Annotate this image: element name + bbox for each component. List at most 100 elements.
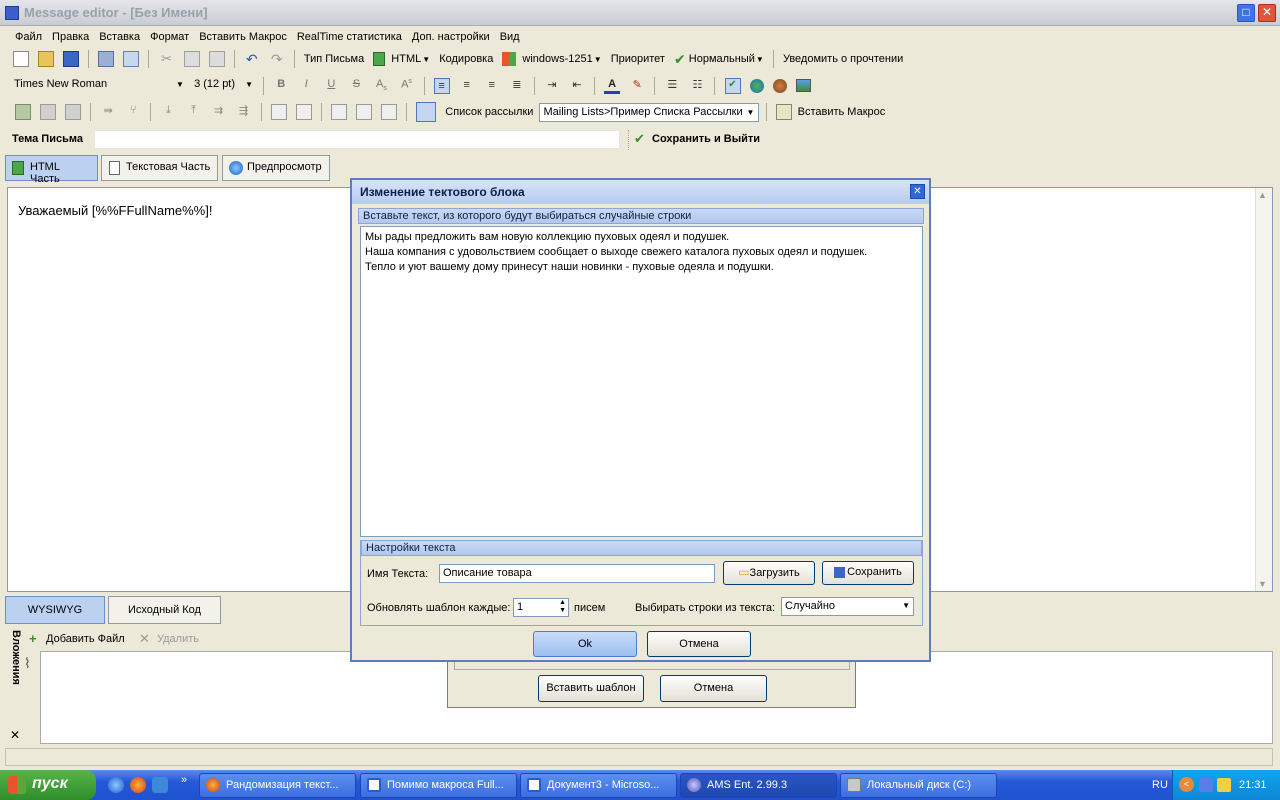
scroll-down-icon[interactable]: ▼ [1258,579,1267,589]
subscript-icon[interactable]: As [373,78,389,94]
open-icon[interactable] [38,51,55,67]
paste-icon[interactable] [208,51,225,67]
valign-mid-icon[interactable] [356,104,372,120]
menu-format[interactable]: Формат [145,28,194,46]
bold-icon[interactable]: B [273,78,289,94]
tray-arrow-icon[interactable]: < [1179,777,1194,792]
add-file-button[interactable]: Добавить Файл [46,633,125,645]
start-button[interactable]: пуск [0,770,96,800]
maximize-button[interactable]: □ [1237,4,1255,22]
chevron-down-icon[interactable]: ▼ [594,55,602,64]
more-icon[interactable]: » [181,774,187,786]
italic-icon[interactable]: I [298,78,314,94]
object-icon[interactable] [772,78,787,93]
tray-app-icon[interactable] [1217,778,1231,792]
select-mode-dropdown[interactable]: Случайно ▼ [781,597,914,616]
highlight-icon[interactable]: ✎ [629,78,645,94]
save-button[interactable]: Сохранить [822,561,914,585]
tab-preview[interactable]: Предпросмотр [222,155,330,181]
letter-type-button[interactable]: Тип Письма [304,53,364,65]
valign-top-icon[interactable] [330,104,347,120]
bullet-list-icon[interactable]: ☰ [664,78,680,94]
menu-file[interactable]: Файл [10,28,47,46]
menu-insert-macro[interactable]: Вставить Макрос [194,28,292,46]
tab-source[interactable]: Исходный Код [108,596,221,624]
underline-icon[interactable]: U [323,78,339,94]
delete-col-icon[interactable]: ⤒ [186,104,202,120]
insert-col-icon[interactable]: ⑂ [125,104,141,120]
table-props-icon[interactable] [40,104,57,120]
dialog-close-button[interactable]: ✕ [910,184,925,199]
spinner-arrows-icon[interactable]: ▲ ▼ [559,599,566,615]
cancel-button[interactable]: Отмена [647,631,751,657]
app-icon[interactable] [152,777,168,793]
cell-icon[interactable] [270,104,287,120]
show-borders-icon[interactable] [416,102,437,122]
copy-icon[interactable] [183,51,200,67]
encoding-select[interactable]: windows-1251 [522,53,592,65]
font-select[interactable]: Times New Roman ▼ [10,76,188,95]
font-color-icon[interactable]: A [604,78,621,94]
task-item[interactable]: Помимо макроса Full... [360,773,517,798]
priority-select[interactable]: Нормальный [689,53,755,65]
ie-icon[interactable] [108,777,124,793]
image-icon[interactable] [795,79,811,92]
task-item[interactable]: Локальный диск (C:) [840,773,997,798]
task-item[interactable]: Рандомизация текст... [199,773,356,798]
menu-realtime[interactable]: RealTime статистика [292,28,407,46]
html-button[interactable]: HTML [391,53,421,65]
random-lines-textarea[interactable]: Мы рады предложить вам новую коллекцию п… [360,226,923,537]
align-center-icon[interactable]: ≡ [459,78,475,94]
menu-insert[interactable]: Вставка [94,28,145,46]
indent-icon[interactable]: ⇥ [544,78,560,94]
menu-settings[interactable]: Доп. настройки [407,28,495,46]
load-button[interactable]: ▭Загрузить [723,561,815,585]
scroll-up-icon[interactable]: ▲ [1258,190,1267,200]
save-icon[interactable] [63,51,80,67]
template-cancel-button[interactable]: Отмена [660,675,767,702]
network-icon[interactable] [1199,778,1213,792]
save-exit-button[interactable]: Сохранить и Выйти [652,133,760,145]
chevron-down-icon[interactable]: ▼ [422,55,430,64]
spellcheck-icon[interactable]: ✔ [724,77,741,94]
preview-icon[interactable] [123,51,140,67]
undo-icon[interactable]: ↶ [244,51,260,67]
new-icon[interactable] [13,51,29,67]
split-icon[interactable]: ⇶ [236,104,252,120]
ok-button[interactable]: Ok [533,631,637,657]
merge-icon[interactable]: ⇉ [211,104,227,120]
insert-row-icon[interactable]: ⇛ [100,104,116,120]
task-item[interactable]: AMS Ent. 2.99.3 [680,773,837,798]
insert-macro-button[interactable]: Вставить Макрос [798,106,886,118]
align-right-icon[interactable]: ≡ [484,78,500,94]
strike-icon[interactable]: S [348,78,364,94]
menu-edit[interactable]: Правка [47,28,94,46]
close-icon[interactable]: ✕ [10,728,20,742]
text-name-input[interactable]: Описание товара [439,564,715,583]
insert-template-button[interactable]: Вставить шаблон [538,675,644,702]
outdent-icon[interactable]: ⇤ [569,78,585,94]
tab-html[interactable]: HTML Часть [5,155,98,185]
update-spinner[interactable]: 1 ▲ ▼ [513,598,569,617]
delete-table-icon[interactable] [65,104,82,120]
mailing-list-select[interactable]: Mailing Lists>Пример Списка Рассылки ▼ [539,102,760,122]
notify-read-button[interactable]: Уведомить о прочтении [783,53,903,65]
grid-icon[interactable] [295,104,312,120]
task-item[interactable]: Документ3 - Microso... [520,773,677,798]
delete-file-button[interactable]: Удалить [157,633,199,645]
delete-row-icon[interactable]: ⤓ [160,104,176,120]
subject-input[interactable] [94,130,620,149]
justify-icon[interactable]: ≣ [509,78,525,94]
redo-icon[interactable]: ↷ [269,51,285,67]
tab-wysiwyg[interactable]: WYSIWYG [5,596,105,624]
close-button[interactable]: ✕ [1258,4,1276,22]
valign-bottom-icon[interactable] [381,104,398,120]
editor-scrollbar[interactable]: ▲ ▼ [1255,188,1272,591]
language-indicator[interactable]: RU [1152,779,1168,791]
menu-view[interactable]: Вид [495,28,525,46]
insert-table-icon[interactable] [15,104,31,120]
globe-icon[interactable] [749,78,764,93]
tab-text[interactable]: Текстовая Часть [101,155,218,181]
print-icon[interactable] [98,51,115,67]
firefox-icon[interactable] [130,777,146,793]
